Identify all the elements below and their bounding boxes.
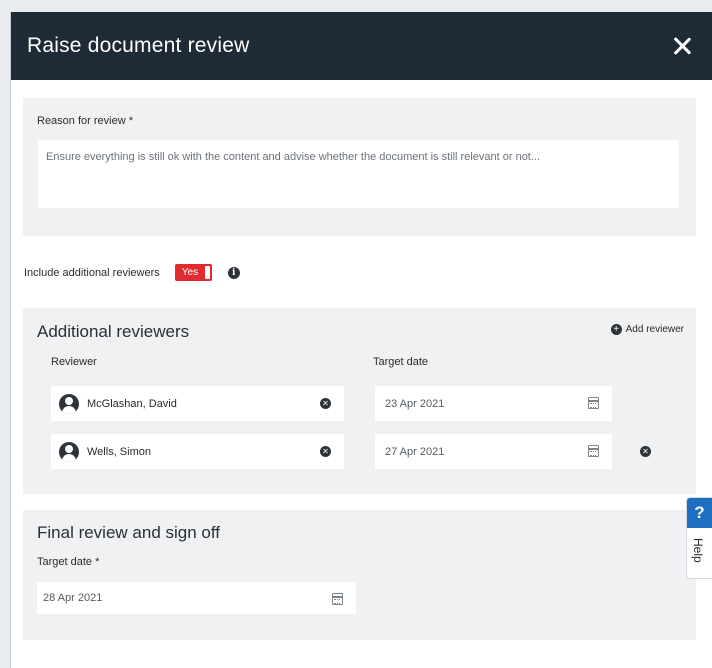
add-reviewer-label: Add reviewer	[625, 324, 684, 335]
plus-circle-icon: +	[610, 324, 622, 335]
user-avatar-icon	[59, 393, 79, 414]
reason-panel: Reason for review *	[23, 98, 696, 236]
reviewer-column-header: Reviewer	[51, 356, 97, 368]
additional-reviewers-label: Include additional reviewers	[24, 266, 160, 279]
reviewer-date-value: 27 Apr 2021	[385, 445, 445, 458]
help-tab[interactable]: ? Help	[686, 497, 712, 579]
reviewer-field[interactable]: Wells, Simon ✕	[51, 434, 344, 469]
clear-reviewer-icon[interactable]: ✕	[320, 446, 331, 457]
help-label: Help	[691, 538, 705, 563]
reviewer-name: Wells, Simon	[87, 445, 151, 458]
reason-label: Reason for review *	[37, 115, 133, 127]
reviewer-date-field[interactable]: 27 Apr 2021	[375, 434, 612, 469]
toggle-knob	[204, 266, 210, 279]
additional-reviewers-toggle[interactable]: Yes	[174, 264, 212, 281]
toggle-value: Yes	[181, 267, 199, 278]
target-date-column-header: Target date	[373, 356, 429, 368]
remove-reviewer-icon[interactable]: ✕	[640, 446, 651, 457]
clear-reviewer-icon[interactable]: ✕	[320, 398, 331, 409]
reviewer-row: Wells, Simon ✕ 27 Apr 2021 ✕	[51, 434, 661, 469]
raise-review-modal: Raise document review Reason for review …	[10, 12, 712, 668]
reason-textarea[interactable]	[38, 140, 679, 208]
add-reviewer-button[interactable]: + Add reviewer	[610, 324, 684, 335]
help-question-icon: ?	[687, 498, 712, 528]
user-avatar-icon	[59, 441, 79, 462]
reviewer-date-value: 23 Apr 2021	[385, 397, 445, 410]
close-icon[interactable]	[670, 34, 694, 58]
calendar-icon[interactable]	[332, 593, 343, 605]
final-date-value: 28 Apr 2021	[43, 592, 103, 604]
modal-title: Raise document review	[27, 34, 250, 57]
additional-reviewers-panel: Additional reviewers + Add reviewer Revi…	[23, 308, 696, 494]
final-date-field[interactable]: 28 Apr 2021	[37, 582, 356, 614]
reviewer-field[interactable]: McGlashan, David ✕	[51, 386, 344, 421]
modal-header: Raise document review	[11, 12, 712, 80]
reviewer-date-field[interactable]: 23 Apr 2021	[375, 386, 612, 421]
calendar-icon[interactable]	[588, 397, 599, 409]
final-review-panel: Final review and sign off Target date * …	[23, 510, 696, 640]
calendar-icon[interactable]	[588, 445, 599, 457]
final-target-date-label: Target date *	[37, 556, 100, 568]
additional-reviewers-title: Additional reviewers	[37, 322, 190, 341]
final-review-title: Final review and sign off	[37, 523, 221, 542]
additional-reviewers-toggle-row: Include additional reviewers Yes i	[24, 264, 240, 281]
info-icon[interactable]: i	[227, 266, 240, 279]
reviewer-name: McGlashan, David	[87, 397, 177, 410]
